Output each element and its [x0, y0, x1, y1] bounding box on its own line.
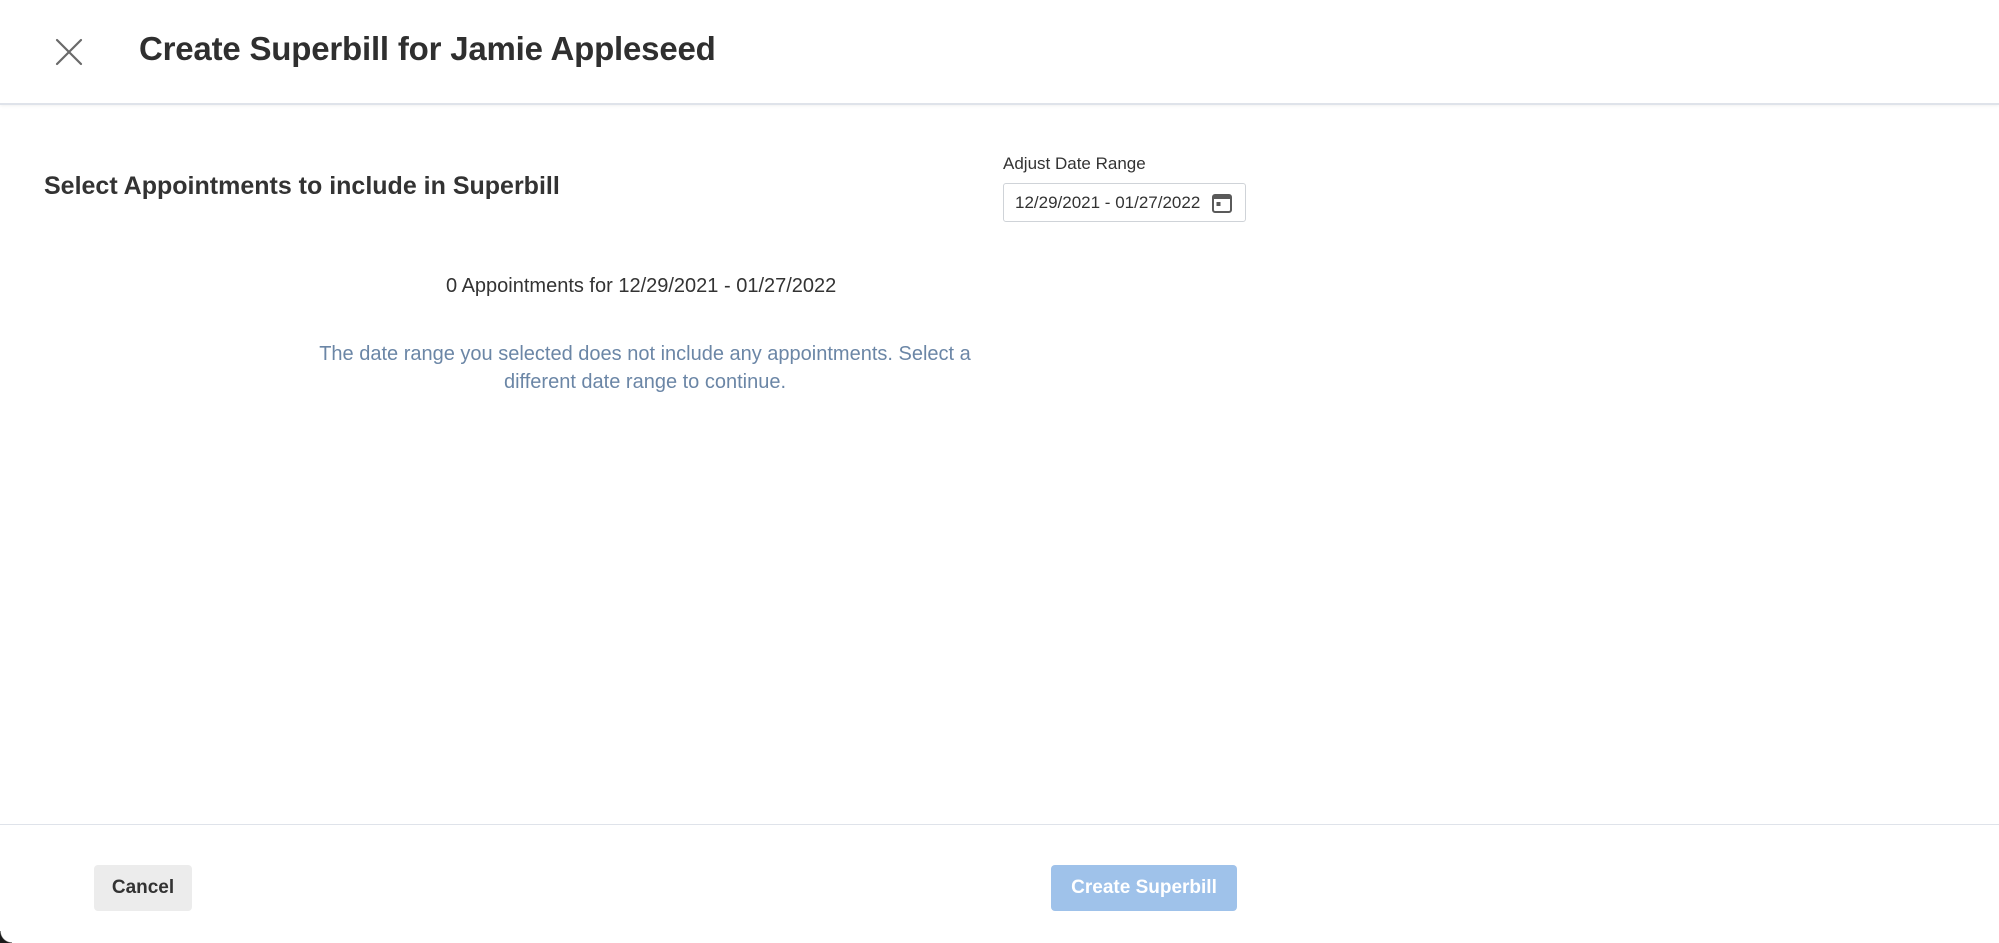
close-icon [55, 38, 83, 66]
superbill-modal: Create Superbill for Jamie Appleseed Sel… [0, 0, 1999, 943]
modal-footer: Cancel Create Superbill [0, 824, 1999, 943]
calendar-icon[interactable] [1211, 192, 1233, 214]
date-range-label: Adjust Date Range [1003, 154, 1146, 173]
close-button[interactable] [50, 33, 88, 71]
modal-header: Create Superbill for Jamie Appleseed [0, 0, 1999, 105]
cancel-button[interactable]: Cancel [94, 865, 192, 911]
create-superbill-button[interactable]: Create Superbill [1051, 865, 1237, 911]
section-heading: Select Appointments to include in Superb… [44, 172, 560, 200]
appointments-count: 0 Appointments for 12/29/2021 - 01/27/20… [446, 275, 837, 297]
page-title: Create Superbill for Jamie Appleseed [139, 30, 716, 67]
empty-state-message: The date range you selected does not inc… [319, 343, 971, 393]
date-range-input[interactable] [1015, 192, 1211, 213]
window-corner [0, 931, 12, 943]
date-range-picker[interactable] [1003, 183, 1246, 222]
